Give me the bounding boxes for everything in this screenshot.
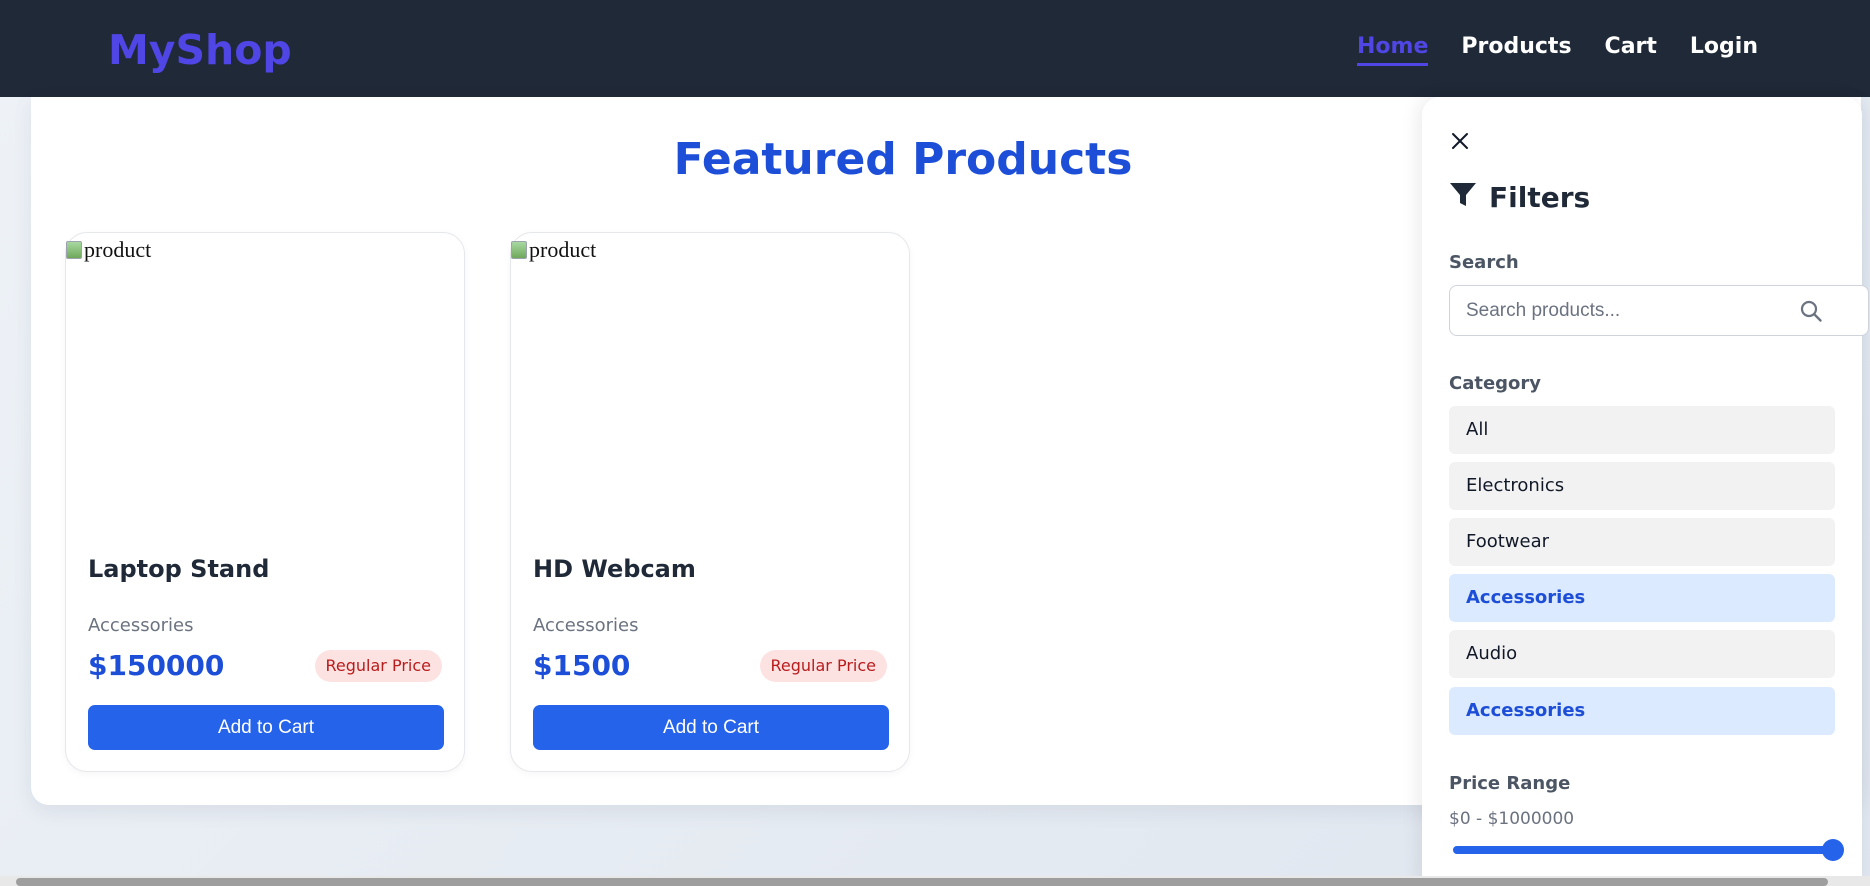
- category-option-accessories[interactable]: Accessories: [1449, 687, 1835, 735]
- price-badge: Regular Price: [759, 650, 887, 682]
- category-option-electronics[interactable]: Electronics: [1449, 462, 1835, 510]
- category-option-audio[interactable]: Audio: [1449, 630, 1835, 678]
- search-icon[interactable]: [1799, 299, 1823, 323]
- product-name: Laptop Stand: [88, 555, 270, 583]
- broken-image-icon: [511, 241, 527, 259]
- broken-image-icon: [66, 241, 82, 259]
- category-option-accessories[interactable]: Accessories: [1449, 574, 1835, 622]
- product-price: $150000: [88, 649, 225, 682]
- add-to-cart-button[interactable]: Add to Cart: [88, 705, 444, 750]
- product-image-alt: product: [529, 237, 597, 262]
- product-category: Accessories: [533, 615, 639, 636]
- nav-links: Home Products Cart Login: [1357, 34, 1758, 66]
- price-range-value: $0 - $1000000: [1449, 809, 1575, 829]
- top-navbar: MyShop Home Products Cart Login: [0, 0, 1870, 97]
- product-card: product HD Webcam Accessories $1500 Regu…: [510, 232, 910, 772]
- category-label: Category: [1449, 373, 1542, 394]
- price-badge: Regular Price: [314, 650, 442, 682]
- filter-panel: Filters Search Category All Electronics …: [1422, 97, 1869, 886]
- filter-title: Filters: [1489, 181, 1591, 214]
- filter-heading: Filters: [1449, 181, 1590, 214]
- category-option-footwear[interactable]: Footwear: [1449, 518, 1835, 566]
- product-card: product Laptop Stand Accessories $150000…: [65, 232, 465, 772]
- product-category: Accessories: [88, 615, 194, 636]
- product-price: $1500: [533, 649, 631, 682]
- filter-icon: [1449, 182, 1477, 213]
- add-to-cart-button[interactable]: Add to Cart: [533, 705, 889, 750]
- search-label: Search: [1449, 252, 1519, 273]
- nav-link-cart[interactable]: Cart: [1605, 34, 1657, 66]
- nav-link-login[interactable]: Login: [1690, 34, 1758, 66]
- slider-thumb[interactable]: [1822, 839, 1844, 861]
- price-range-label: Price Range: [1449, 773, 1571, 794]
- brand-logo[interactable]: MyShop: [108, 26, 292, 74]
- product-image-alt: product: [84, 237, 152, 262]
- price-range-slider[interactable]: [1453, 839, 1844, 861]
- search-input[interactable]: [1466, 286, 1796, 335]
- nav-link-home[interactable]: Home: [1357, 34, 1429, 66]
- product-image: product: [511, 237, 596, 263]
- product-image: product: [66, 237, 151, 263]
- search-box: [1449, 285, 1869, 336]
- nav-link-products[interactable]: Products: [1461, 34, 1571, 66]
- product-name: HD Webcam: [533, 555, 696, 583]
- slider-fill: [1453, 846, 1833, 854]
- close-icon[interactable]: [1449, 130, 1471, 152]
- scrollbar-thumb[interactable]: [16, 878, 1828, 886]
- category-option-all[interactable]: All: [1449, 406, 1835, 454]
- horizontal-scrollbar[interactable]: [0, 876, 1870, 886]
